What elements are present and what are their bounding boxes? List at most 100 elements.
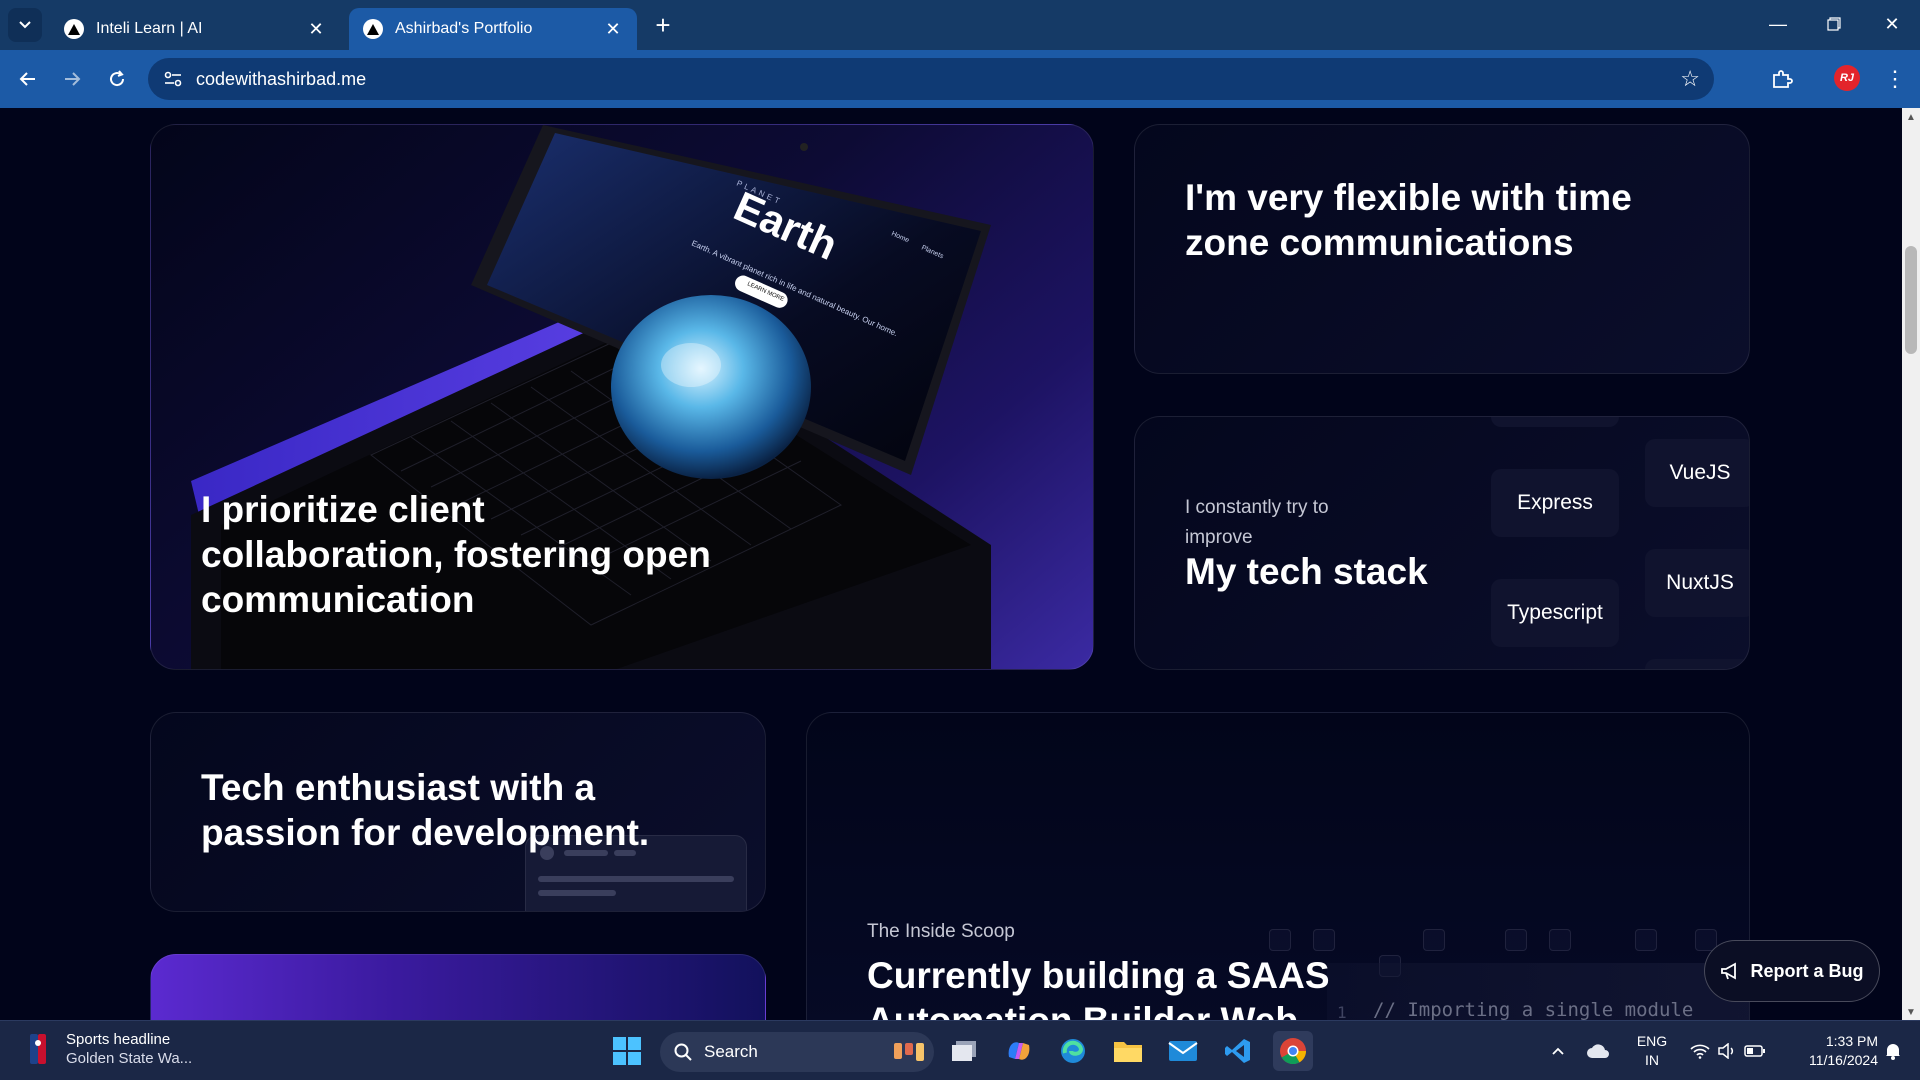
back-button[interactable]: [12, 63, 44, 95]
report-bug-label: Report a Bug: [1750, 960, 1864, 981]
profile-avatar[interactable]: RJ: [1834, 65, 1860, 91]
tech-chip-typescript: Typescript: [1491, 579, 1619, 647]
onedrive-button[interactable]: [1582, 1031, 1614, 1071]
copilot-button[interactable]: [999, 1031, 1039, 1071]
search-highlights-icon: [894, 1043, 924, 1061]
clock[interactable]: 1:33 PM 11/16/2024: [1782, 1032, 1878, 1070]
tab-inteli-learn[interactable]: Inteli Learn | AI ✕: [50, 8, 340, 50]
purple-card: [150, 954, 766, 1020]
edge-browser-icon: [1061, 1039, 1085, 1063]
close-tab-icon[interactable]: ✕: [306, 19, 326, 39]
bookmark-star-icon[interactable]: ☆: [1680, 66, 1700, 92]
edge-button[interactable]: [1053, 1031, 1093, 1071]
restore-button[interactable]: [1806, 0, 1862, 48]
folder-icon: [1114, 1042, 1142, 1062]
arrow-left-icon: [19, 72, 35, 86]
show-hidden-icons-button[interactable]: [1544, 1031, 1572, 1071]
scroll-up-arrow-icon[interactable]: ▲: [1906, 112, 1916, 123]
windows-taskbar: Sports headline Golden State Wa... Searc…: [0, 1020, 1920, 1080]
task-view-icon: [952, 1041, 976, 1061]
vercel-favicon-icon: [363, 19, 383, 39]
region-code: IN: [1645, 1052, 1659, 1068]
clock-date: 11/16/2024: [1808, 1052, 1878, 1068]
clock-time: 1:33 PM: [1825, 1033, 1878, 1049]
vscode-button[interactable]: [1218, 1031, 1258, 1071]
new-tab-button[interactable]: +: [648, 10, 678, 40]
news-text: Golden State Wa...: [66, 1050, 193, 1067]
speaker-icon: [1718, 1043, 1734, 1059]
tab-search-button[interactable]: [8, 8, 42, 42]
tech-stack-card: I constantly try to improve My tech stac…: [1134, 416, 1750, 670]
tab-title: Inteli Learn | AI: [96, 20, 203, 37]
cloud-icon: [1587, 1044, 1609, 1058]
tab-title: Ashirbad's Portfolio: [395, 20, 533, 37]
file-explorer-button[interactable]: [1108, 1031, 1148, 1071]
vercel-favicon-icon: [64, 19, 84, 39]
timezone-card: I'm very flexible with time zone communi…: [1134, 124, 1750, 374]
tech-chip-partial: [1645, 659, 1749, 669]
task-view-button[interactable]: [944, 1031, 984, 1071]
megaphone-icon: [1721, 962, 1737, 980]
enthusiast-heading: Tech enthusiast with a passion for devel…: [201, 767, 650, 853]
inside-scoop-subtitle: The Inside Scoop: [867, 921, 1015, 942]
browser-menu-button[interactable]: ⋮: [1880, 63, 1910, 95]
quick-settings-button[interactable]: [1684, 1031, 1772, 1071]
report-bug-button[interactable]: Report a Bug: [1704, 940, 1880, 1002]
timezone-heading: I'm very flexible with time zone communi…: [1185, 177, 1632, 263]
collaboration-heading: I prioritize client collaboration, foste…: [201, 489, 711, 620]
nba-logo-icon: [24, 1031, 52, 1067]
tab-strip: Inteli Learn | AI ✕ Ashirbad's Portfolio…: [0, 0, 1920, 50]
tech-chip-partial: [1491, 417, 1619, 427]
chevron-up-icon: [1552, 1047, 1564, 1055]
page-scrollbar[interactable]: ▲ ▼: [1902, 108, 1920, 1020]
address-bar[interactable]: codewithashirbad.me ☆: [148, 58, 1714, 100]
close-window-button[interactable]: ✕: [1864, 0, 1920, 48]
tech-stack-heading: My tech stack: [1185, 551, 1428, 592]
tech-stack-subtitle: I constantly try to improve: [1185, 497, 1329, 548]
url-text[interactable]: codewithashirbad.me: [196, 69, 366, 90]
search-icon: [674, 1043, 692, 1061]
chrome-icon: [1280, 1038, 1307, 1065]
enthusiast-card: Tech enthusiast with a passion for devel…: [150, 712, 766, 912]
forward-button[interactable]: [56, 63, 88, 95]
reload-button[interactable]: [101, 63, 133, 95]
site-info-icon[interactable]: [158, 64, 188, 94]
browser-toolbar: codewithashirbad.me ☆ RJ ⋮: [0, 50, 1920, 108]
mail-icon: [1168, 1041, 1198, 1061]
scrollbar-thumb[interactable]: [1905, 246, 1917, 354]
notifications-button[interactable]: [1878, 1031, 1908, 1071]
start-button[interactable]: [607, 1031, 647, 1071]
reload-icon: [110, 70, 125, 87]
close-tab-icon[interactable]: ✕: [603, 19, 623, 39]
search-label: Search: [704, 1042, 758, 1061]
taskbar-search[interactable]: Search: [660, 1032, 934, 1072]
arrow-right-icon: [65, 72, 81, 86]
scroll-down-arrow-icon[interactable]: ▼: [1906, 1007, 1916, 1018]
news-title: Sports headline: [66, 1031, 171, 1048]
puzzle-icon: [1773, 70, 1793, 88]
vscode-icon: [1225, 1039, 1250, 1063]
restore-icon: [1827, 17, 1841, 31]
tech-chip-nuxtjs: NuxtJS: [1645, 549, 1749, 617]
inside-scoop-card: 1 // Importing a single module The Insid…: [806, 712, 1750, 1020]
news-widget[interactable]: Sports headline Golden State Wa...: [24, 1031, 192, 1067]
bell-icon: [1886, 1044, 1900, 1060]
chevron-down-icon: [19, 21, 31, 29]
collaboration-card: Earth PLANET Earth. A vibrant planet ric…: [150, 124, 1094, 670]
minimize-button[interactable]: —: [1750, 0, 1806, 48]
code-comment: // Importing a single module: [1373, 999, 1694, 1020]
chrome-button[interactable]: [1273, 1031, 1313, 1071]
mail-button[interactable]: [1163, 1031, 1203, 1071]
wifi-icon: [1690, 1044, 1710, 1059]
windows-logo-icon: [613, 1037, 641, 1065]
copilot-icon: [1008, 1042, 1030, 1060]
language-code: ENG: [1636, 1033, 1668, 1049]
page-viewport: Earth PLANET Earth. A vibrant planet ric…: [0, 108, 1902, 1020]
tech-chip-vuejs: VueJS: [1645, 439, 1749, 507]
tech-chip-express: Express: [1491, 469, 1619, 537]
inside-scoop-heading: Currently building a SAAS Automation Bui…: [867, 955, 1330, 1020]
battery-icon: [1744, 1045, 1765, 1057]
extensions-button[interactable]: [1766, 63, 1798, 95]
language-indicator[interactable]: ENG IN: [1632, 1032, 1672, 1070]
tab-portfolio[interactable]: Ashirbad's Portfolio ✕: [349, 8, 637, 50]
